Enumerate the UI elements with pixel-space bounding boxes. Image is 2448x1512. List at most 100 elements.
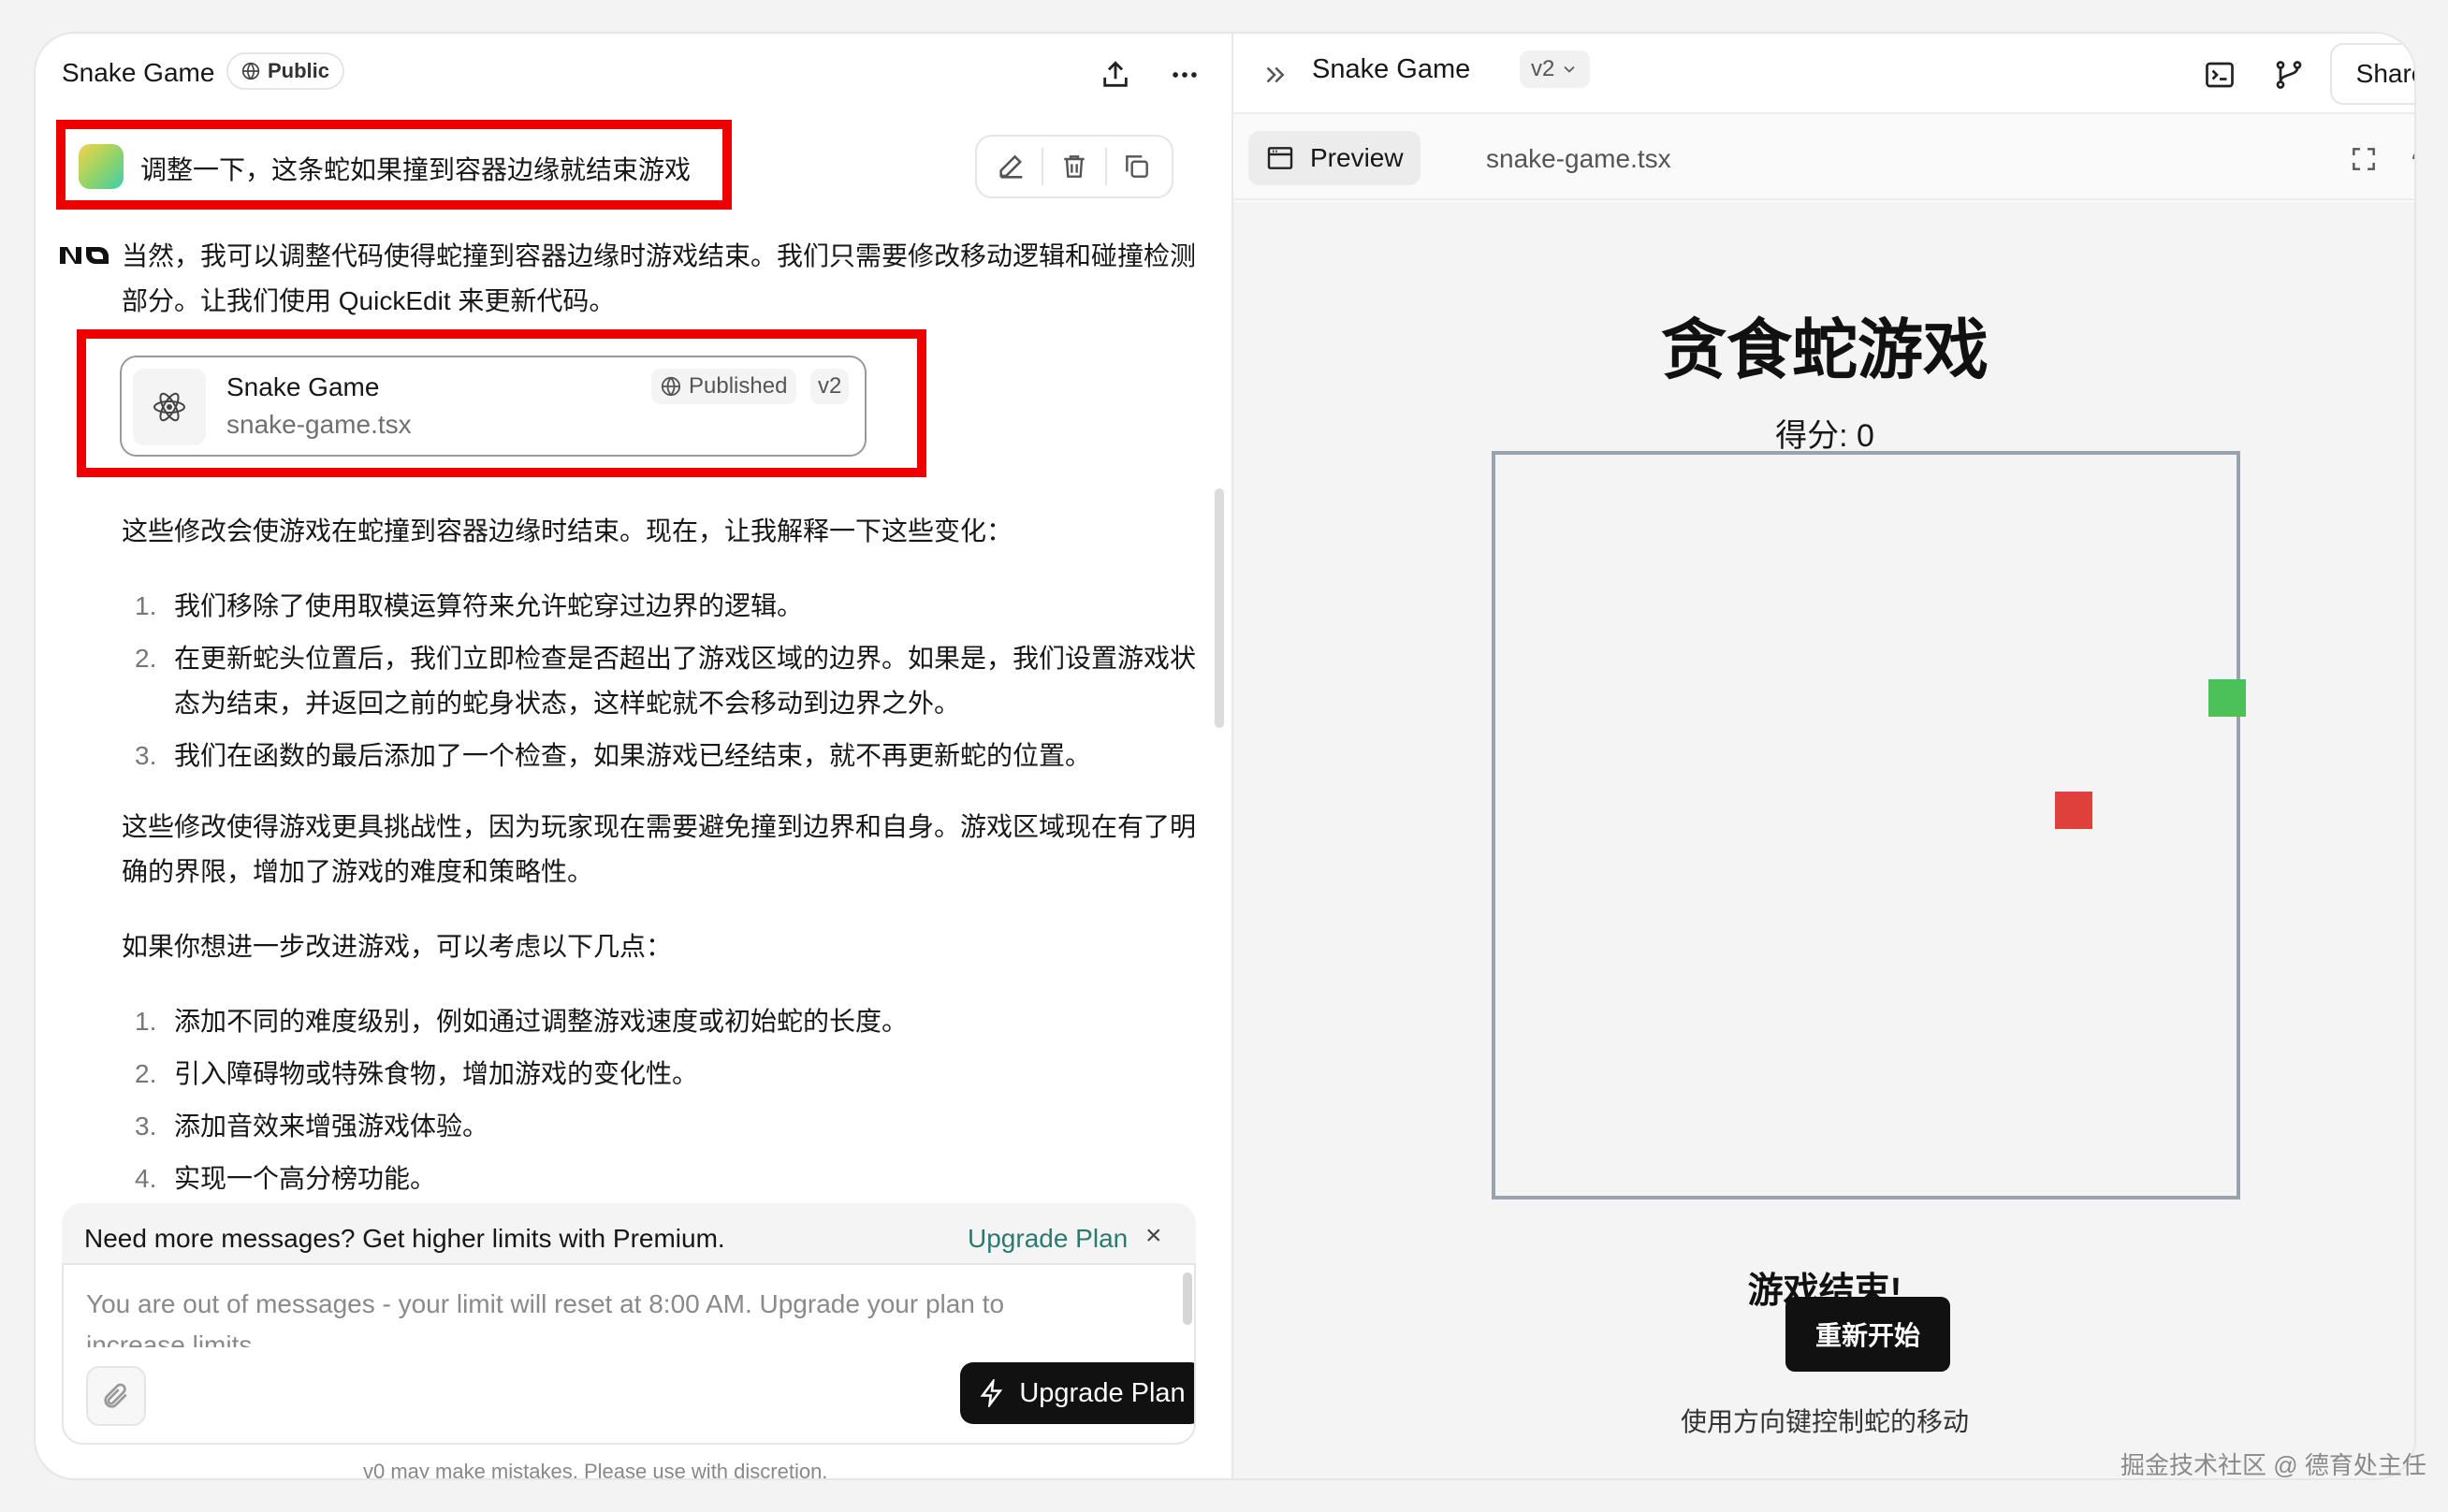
message-actions xyxy=(975,135,1173,198)
attach-button[interactable] xyxy=(86,1366,146,1426)
card-icon-box xyxy=(133,369,206,445)
divider xyxy=(1104,148,1107,185)
game-board xyxy=(1492,451,2246,1199)
list-item: 2. 引入障碍物或特殊食物，增加游戏的变化性。 xyxy=(122,1052,1207,1097)
list-number: 1. xyxy=(135,1007,157,1036)
project-title: Snake Game xyxy=(62,58,215,87)
lightning-icon xyxy=(980,1379,1003,1407)
tab-preview-label: Preview xyxy=(1310,143,1404,172)
list-number: 2. xyxy=(135,1059,157,1088)
suggest-intro: 如果你想进一步改进游戏，可以考虑以下几点： xyxy=(122,932,673,961)
list-number: 3. xyxy=(135,1112,157,1141)
list-number: 3. xyxy=(135,741,157,770)
preview-header: Snake Game v2 Share xyxy=(1233,34,2414,114)
fork-button[interactable] xyxy=(2266,52,2311,97)
globe-icon xyxy=(241,62,260,80)
upgrade-plan-label: Upgrade Plan xyxy=(1019,1377,1186,1408)
composer-input[interactable]: You are out of messages - your limit wil… xyxy=(86,1284,1097,1347)
globe-icon xyxy=(661,376,681,397)
snake-segment xyxy=(2208,679,2246,717)
list-item: 1. 我们移除了使用取模运算符来允许蛇穿过边界的逻辑。 xyxy=(122,584,1207,629)
tab-code-file[interactable]: snake-game.tsx xyxy=(1486,144,1671,174)
more-icon xyxy=(1173,72,1197,78)
version-selector[interactable]: v2 xyxy=(1520,51,1591,88)
card-filename: snake-game.tsx xyxy=(226,410,412,439)
assistant-intro: 当然，我可以调整代码使得蛇撞到容器边缘时游戏结束。我们只需要修改移动逻辑和碰撞检… xyxy=(122,241,1197,315)
expand-icon xyxy=(2353,148,2375,170)
upgrade-plan-button[interactable]: Upgrade Plan xyxy=(960,1362,1194,1424)
game-heading: 贪食蛇游戏 xyxy=(1661,313,1989,386)
version-card[interactable]: Snake Game snake-game.tsx Published v2 xyxy=(120,356,867,457)
message-composer: You are out of messages - your limit wil… xyxy=(62,1263,1196,1445)
version-label: v2 xyxy=(1531,56,1555,81)
refresh-icon xyxy=(2412,153,2414,160)
paperclip-icon xyxy=(104,1383,127,1408)
chevron-down-icon xyxy=(1564,65,1575,73)
game-hint: 使用方向键控制蛇的移动 xyxy=(1680,1407,1969,1436)
divider xyxy=(1042,148,1044,185)
list-item: 1. 添加不同的难度级别，例如通过调整游戏速度或初始蛇的长度。 xyxy=(122,999,1207,1044)
preview-panel: Snake Game v2 Share Preview snake-game.t… xyxy=(1231,34,2414,1478)
copy-icon xyxy=(1126,155,1149,178)
list-text: 引入障碍物或特殊食物，增加游戏的变化性。 xyxy=(174,1059,699,1088)
app-window: Snake Game Public 调整一下，这条蛇如果撞到容器边缘就结束游戏 xyxy=(36,34,2414,1478)
upgrade-plan-link[interactable]: Upgrade Plan xyxy=(968,1224,1128,1254)
close-banner-button[interactable]: × xyxy=(1145,1220,1162,1252)
published-badge: Published xyxy=(651,369,797,404)
react-atom-icon xyxy=(153,392,185,422)
disclaimer: v0 may make mistakes. Please use with di… xyxy=(363,1460,828,1478)
list-text: 在更新蛇头位置后，我们立即检查是否超出了游戏区域的边界。如果是，我们设置游戏状态… xyxy=(174,644,1197,718)
refresh-button[interactable] xyxy=(2405,140,2414,178)
share-upload-icon xyxy=(1103,61,1128,87)
chat-scrollbar[interactable] xyxy=(1215,488,1224,728)
list-number: 1. xyxy=(135,591,157,620)
list-text: 添加不同的难度级别，例如通过调整游戏速度或初始蛇的长度。 xyxy=(174,1007,909,1036)
list-item: 3. 我们在函数的最后添加了一个检查，如果游戏已经结束，就不再更新蛇的位置。 xyxy=(122,734,1207,778)
list-number: 4. xyxy=(135,1164,157,1193)
watermark: 掘金技术社区 @ 德育处主任 xyxy=(2120,1451,2426,1479)
list-text: 添加音效来增强游戏体验。 xyxy=(174,1112,489,1141)
fullscreen-button[interactable] xyxy=(2345,140,2382,178)
list-item: 2. 在更新蛇头位置后，我们立即检查是否超出了游戏区域的边界。如果是，我们设置游戏… xyxy=(122,636,1207,726)
terminal-button[interactable] xyxy=(2197,52,2242,97)
list-item: 3. 添加音效来增强游戏体验。 xyxy=(122,1104,1207,1149)
list-item: 4. 实现一个高分榜功能。 xyxy=(122,1156,1207,1201)
list-text: 我们在函数的最后添加了一个检查，如果游戏已经结束，就不再更新蛇的位置。 xyxy=(174,741,1092,770)
explain-intro: 这些修改会使游戏在蛇撞到容器边缘时结束。现在，让我解释一下这些变化： xyxy=(122,516,1013,545)
composer-scrollbar[interactable] xyxy=(1183,1272,1192,1325)
user-message: 调整一下，这条蛇如果撞到容器边缘就结束游戏 xyxy=(140,155,692,184)
copy-message-button[interactable] xyxy=(1114,143,1160,190)
premium-text: Need more messages? Get higher limits wi… xyxy=(84,1224,725,1253)
preview-tabs: Preview snake-game.tsx xyxy=(1233,116,2414,200)
v0-logo xyxy=(60,247,109,264)
browser-icon xyxy=(1267,147,1293,169)
food-item xyxy=(2055,792,2092,829)
more-options-button[interactable] xyxy=(1164,54,1205,95)
preview-title: Snake Game xyxy=(1312,54,1471,84)
git-fork-icon xyxy=(2276,61,2302,89)
share-button[interactable]: Share xyxy=(2330,43,2414,105)
suggestions-list: 1. 添加不同的难度级别，例如通过调整游戏速度或初始蛇的长度。 2. 引入障碍物或特殊… xyxy=(122,999,1207,1209)
list-number: 2. xyxy=(135,644,157,673)
game-score: 得分: 0 xyxy=(1775,418,1874,454)
edit-icon xyxy=(999,154,1023,179)
tab-preview[interactable]: Preview xyxy=(1248,131,1421,185)
delete-message-button[interactable] xyxy=(1051,143,1098,190)
changes-list: 1. 我们移除了使用取模运算符来允许蛇穿过边界的逻辑。 2. 在更新蛇头位置后，我们立… xyxy=(122,584,1207,786)
summary-paragraph: 这些修改使得游戏更具挑战性，因为玩家现在需要避免撞到边界和自身。游戏区域现在有了… xyxy=(122,812,1197,886)
card-title: Snake Game xyxy=(226,372,380,401)
visibility-label: Public xyxy=(268,59,330,82)
published-label: Published xyxy=(689,373,788,399)
collapse-panel-button[interactable] xyxy=(1254,54,1295,95)
chevrons-right-icon xyxy=(1266,66,1285,83)
list-text: 我们移除了使用取模运算符来允许蛇穿过边界的逻辑。 xyxy=(174,591,804,620)
card-version-badge: v2 xyxy=(810,369,850,404)
chat-header: Snake Game Public xyxy=(36,34,1231,114)
terminal-icon xyxy=(2206,62,2234,88)
restart-button[interactable]: 重新开始 xyxy=(1785,1297,1950,1372)
user-avatar xyxy=(79,144,124,189)
edit-message-button[interactable] xyxy=(988,143,1035,190)
share-chat-button[interactable] xyxy=(1095,54,1136,95)
visibility-badge[interactable]: Public xyxy=(226,52,345,90)
trash-icon xyxy=(1064,155,1085,178)
